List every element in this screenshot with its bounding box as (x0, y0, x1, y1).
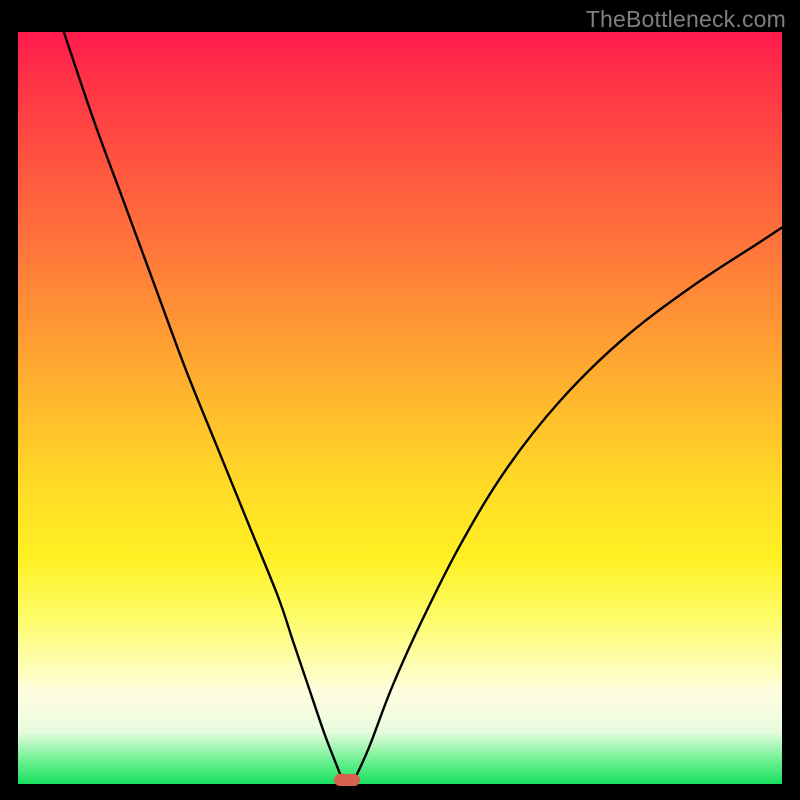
curve-right-branch (354, 228, 782, 781)
bottleneck-curve (18, 32, 782, 784)
chart-frame: TheBottleneck.com (0, 0, 800, 800)
optimal-point-marker (334, 774, 360, 786)
watermark-text: TheBottleneck.com (586, 6, 786, 33)
curve-left-branch (64, 32, 343, 780)
plot-area (18, 32, 782, 784)
